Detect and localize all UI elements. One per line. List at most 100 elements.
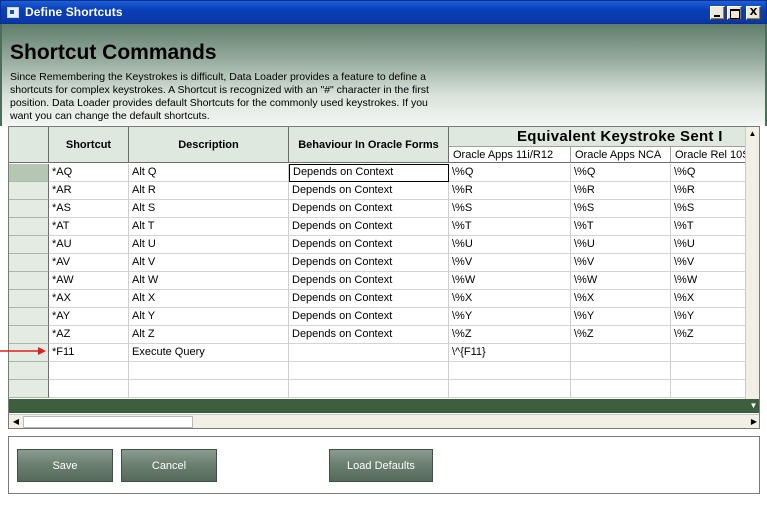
cell-behaviour[interactable]: Depends on Context	[289, 308, 449, 326]
cancel-button[interactable]: Cancel	[121, 449, 217, 482]
cell-behaviour[interactable]: Depends on Context	[289, 182, 449, 200]
cell-shortcut[interactable]	[49, 380, 129, 398]
scroll-up-icon[interactable]: ▲	[746, 127, 759, 141]
cell-shortcut[interactable]	[49, 362, 129, 380]
cell-oracle-apps-nca[interactable]: \%V	[571, 254, 671, 272]
cell-description[interactable]: Alt R	[129, 182, 289, 200]
cell-description[interactable]: Alt X	[129, 290, 289, 308]
cell-oracle-apps-11i[interactable]: \%V	[449, 254, 571, 272]
cell-behaviour[interactable]: Depends on Context	[289, 290, 449, 308]
cell-oracle-rel[interactable]: \%R	[671, 182, 747, 200]
load-defaults-button[interactable]: Load Defaults	[329, 449, 433, 482]
cell-description[interactable]: Alt S	[129, 200, 289, 218]
cell-behaviour[interactable]: Depends on Context	[289, 218, 449, 236]
cell-behaviour[interactable]: Depends on Context	[289, 236, 449, 254]
row-selector[interactable]	[9, 326, 49, 344]
cell-oracle-apps-nca[interactable]	[571, 380, 671, 398]
row-selector[interactable]	[9, 254, 49, 272]
cell-oracle-apps-11i[interactable]: \%T	[449, 218, 571, 236]
cell-oracle-rel[interactable]: \%U	[671, 236, 747, 254]
cell-shortcut[interactable]: *AR	[49, 182, 129, 200]
cell-oracle-rel[interactable]	[671, 380, 747, 398]
cell-shortcut[interactable]: *AX	[49, 290, 129, 308]
cell-oracle-apps-nca[interactable]: \%S	[571, 200, 671, 218]
cell-shortcut[interactable]: *AT	[49, 218, 129, 236]
cell-oracle-apps-nca[interactable]: \%Z	[571, 326, 671, 344]
cell-oracle-apps-11i[interactable]	[449, 362, 571, 380]
cell-oracle-apps-11i[interactable]: \%W	[449, 272, 571, 290]
row-selector[interactable]	[9, 290, 49, 308]
cell-shortcut[interactable]: *AZ	[49, 326, 129, 344]
cell-description[interactable]: Execute Query	[129, 344, 289, 362]
cell-oracle-rel[interactable]: \%V	[671, 254, 747, 272]
cell-oracle-apps-nca[interactable]: \%W	[571, 272, 671, 290]
cell-oracle-rel[interactable]: \%Q	[671, 164, 747, 182]
horizontal-scroll-thumb[interactable]	[23, 416, 193, 428]
cell-oracle-rel[interactable]: \%X	[671, 290, 747, 308]
cell-oracle-rel[interactable]: \%S	[671, 200, 747, 218]
cell-oracle-apps-11i[interactable]: \%Y	[449, 308, 571, 326]
cell-oracle-apps-nca[interactable]: \%U	[571, 236, 671, 254]
shortcuts-grid[interactable]: Shortcut Description Behaviour In Oracle…	[8, 126, 760, 429]
cell-oracle-apps-nca[interactable]	[571, 362, 671, 380]
cell-shortcut[interactable]: *AU	[49, 236, 129, 254]
cell-oracle-apps-nca[interactable]: \%Y	[571, 308, 671, 326]
cell-oracle-rel[interactable]	[671, 362, 747, 380]
cell-behaviour[interactable]: Depends on Context	[289, 254, 449, 272]
cell-oracle-apps-11i[interactable]	[449, 380, 571, 398]
column-header-shortcut[interactable]: Shortcut	[49, 127, 129, 163]
cell-description[interactable]: Alt Z	[129, 326, 289, 344]
cell-oracle-rel[interactable]: \%Y	[671, 308, 747, 326]
cell-oracle-apps-nca[interactable]: \%T	[571, 218, 671, 236]
cell-oracle-apps-11i[interactable]: \%U	[449, 236, 571, 254]
scroll-left-icon[interactable]: ◀	[9, 415, 23, 428]
scroll-down-icon[interactable]: ▼	[748, 400, 759, 412]
row-selector[interactable]	[9, 164, 49, 182]
vertical-scrollbar[interactable]: ▲	[745, 127, 759, 399]
cell-oracle-apps-nca[interactable]	[571, 344, 671, 362]
cell-behaviour[interactable]	[289, 380, 449, 398]
cell-behaviour[interactable]: Depends on Context	[289, 272, 449, 290]
cell-shortcut[interactable]: *AY	[49, 308, 129, 326]
row-selector[interactable]	[9, 236, 49, 254]
cell-oracle-apps-11i[interactable]: \%S	[449, 200, 571, 218]
cell-description[interactable]	[129, 362, 289, 380]
cell-description[interactable]	[129, 380, 289, 398]
row-selector[interactable]	[9, 380, 49, 398]
cell-oracle-apps-11i[interactable]: \%Z	[449, 326, 571, 344]
cell-behaviour[interactable]	[289, 362, 449, 380]
cell-description[interactable]: Alt V	[129, 254, 289, 272]
cell-description[interactable]: Alt Y	[129, 308, 289, 326]
column-header-oracle-apps-11i[interactable]: Oracle Apps 11i/R12	[449, 147, 571, 163]
cell-oracle-rel[interactable]	[671, 344, 747, 362]
cell-shortcut[interactable]: *AV	[49, 254, 129, 272]
save-button[interactable]: Save	[17, 449, 113, 482]
cell-description[interactable]: Alt Q	[129, 164, 289, 182]
cell-shortcut[interactable]: *F11	[49, 344, 129, 362]
maximize-button[interactable]	[727, 6, 742, 20]
cell-behaviour[interactable]	[289, 344, 449, 362]
row-selector[interactable]	[9, 182, 49, 200]
cell-description[interactable]: Alt U	[129, 236, 289, 254]
row-selector[interactable]	[9, 308, 49, 326]
cell-oracle-rel[interactable]: \%W	[671, 272, 747, 290]
row-selector[interactable]	[9, 218, 49, 236]
cell-shortcut[interactable]: *AS	[49, 200, 129, 218]
close-button[interactable]: X	[746, 6, 761, 20]
cell-oracle-apps-11i[interactable]: \%R	[449, 182, 571, 200]
row-selector[interactable]	[9, 362, 49, 380]
column-header-behaviour[interactable]: Behaviour In Oracle Forms	[289, 127, 449, 163]
cell-shortcut[interactable]: *AW	[49, 272, 129, 290]
cell-oracle-apps-11i[interactable]: \%Q	[449, 164, 571, 182]
column-header-oracle-rel[interactable]: Oracle Rel 10S	[671, 147, 747, 163]
cell-oracle-rel[interactable]: \%T	[671, 218, 747, 236]
cell-description[interactable]: Alt W	[129, 272, 289, 290]
cell-oracle-apps-nca[interactable]: \%R	[571, 182, 671, 200]
horizontal-scrollbar[interactable]: ◀ ▶	[9, 414, 759, 428]
column-header-oracle-apps-nca[interactable]: Oracle Apps NCA	[571, 147, 671, 163]
cell-behaviour[interactable]: Depends on Context	[289, 326, 449, 344]
cell-shortcut[interactable]: *AQ	[49, 164, 129, 182]
column-header-description[interactable]: Description	[129, 127, 289, 163]
row-selector[interactable]	[9, 200, 49, 218]
cell-behaviour[interactable]: Depends on Context	[289, 164, 449, 182]
